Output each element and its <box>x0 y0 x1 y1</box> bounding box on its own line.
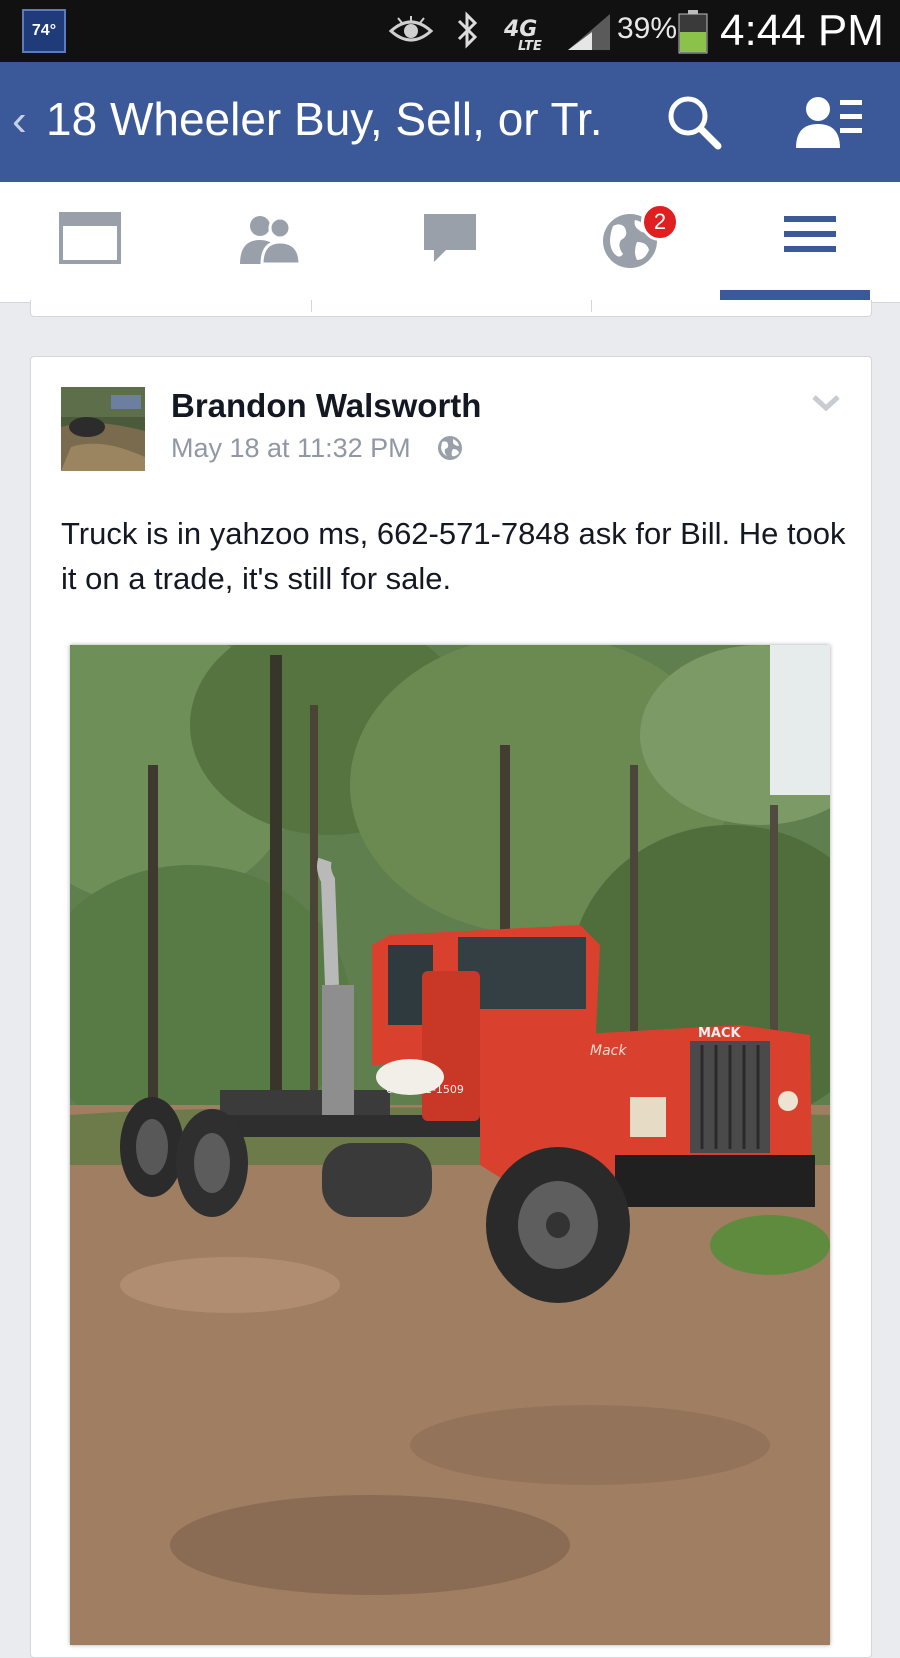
signal-icon <box>568 14 610 50</box>
privacy-globe-icon <box>438 436 462 460</box>
truck-photo[interactable]: 601-431-1509 Mack MACK <box>70 645 830 1645</box>
notification-count-badge: 2 <box>641 203 679 241</box>
post-timestamp[interactable]: May 18 at 11:32 PM <box>171 433 411 464</box>
battery-icon <box>678 10 708 54</box>
post-options-chevron-icon[interactable] <box>811 393 841 413</box>
chat-bubble-icon <box>424 214 476 262</box>
weather-temperature: 74° <box>22 9 66 53</box>
group-title[interactable]: 18 Wheeler Buy, Sell, or Tr... <box>46 92 606 146</box>
post-card: Brandon Walsworth May 18 at 11:32 PM Tru… <box>30 356 872 1658</box>
tab-friend-requests[interactable] <box>180 182 360 302</box>
battery-percentage: 39% <box>617 12 678 45</box>
clock: 4:44 PM <box>720 6 884 55</box>
post-author[interactable]: Brandon Walsworth <box>171 387 481 425</box>
lte-icon: 4G LTE <box>504 17 542 52</box>
svg-text:Mack: Mack <box>590 1043 627 1059</box>
divider <box>311 300 312 312</box>
nav-bar <box>0 182 900 303</box>
cab-phone-text: 601-431-1509 <box>386 1083 464 1096</box>
tab-notifications[interactable] <box>540 182 720 302</box>
status-bar: 74° 4G LTE 39% 4:44 PM <box>0 0 900 62</box>
news-feed-icon <box>59 212 121 264</box>
hamburger-menu-icon <box>784 216 836 252</box>
search-icon[interactable] <box>666 94 722 150</box>
svg-text:LTE: LTE <box>518 39 542 52</box>
friends-icon <box>240 216 302 266</box>
bluetooth-icon <box>457 11 478 49</box>
tab-more[interactable] <box>720 182 900 302</box>
previous-post-footer <box>30 300 872 317</box>
avatar[interactable] <box>61 387 145 471</box>
tab-messages[interactable] <box>360 182 540 302</box>
group-header: ‹ 18 Wheeler Buy, Sell, or Tr... <box>0 62 900 182</box>
post-text: Truck is in yahzoo ms, 662-571-7848 ask … <box>61 516 846 596</box>
eye-icon <box>388 16 434 42</box>
hood-brand-text: MACK <box>698 1026 742 1041</box>
divider <box>591 300 592 312</box>
members-icon[interactable] <box>796 94 866 150</box>
back-chevron-icon[interactable]: ‹ <box>12 96 27 146</box>
tab-news-feed[interactable] <box>0 182 180 302</box>
